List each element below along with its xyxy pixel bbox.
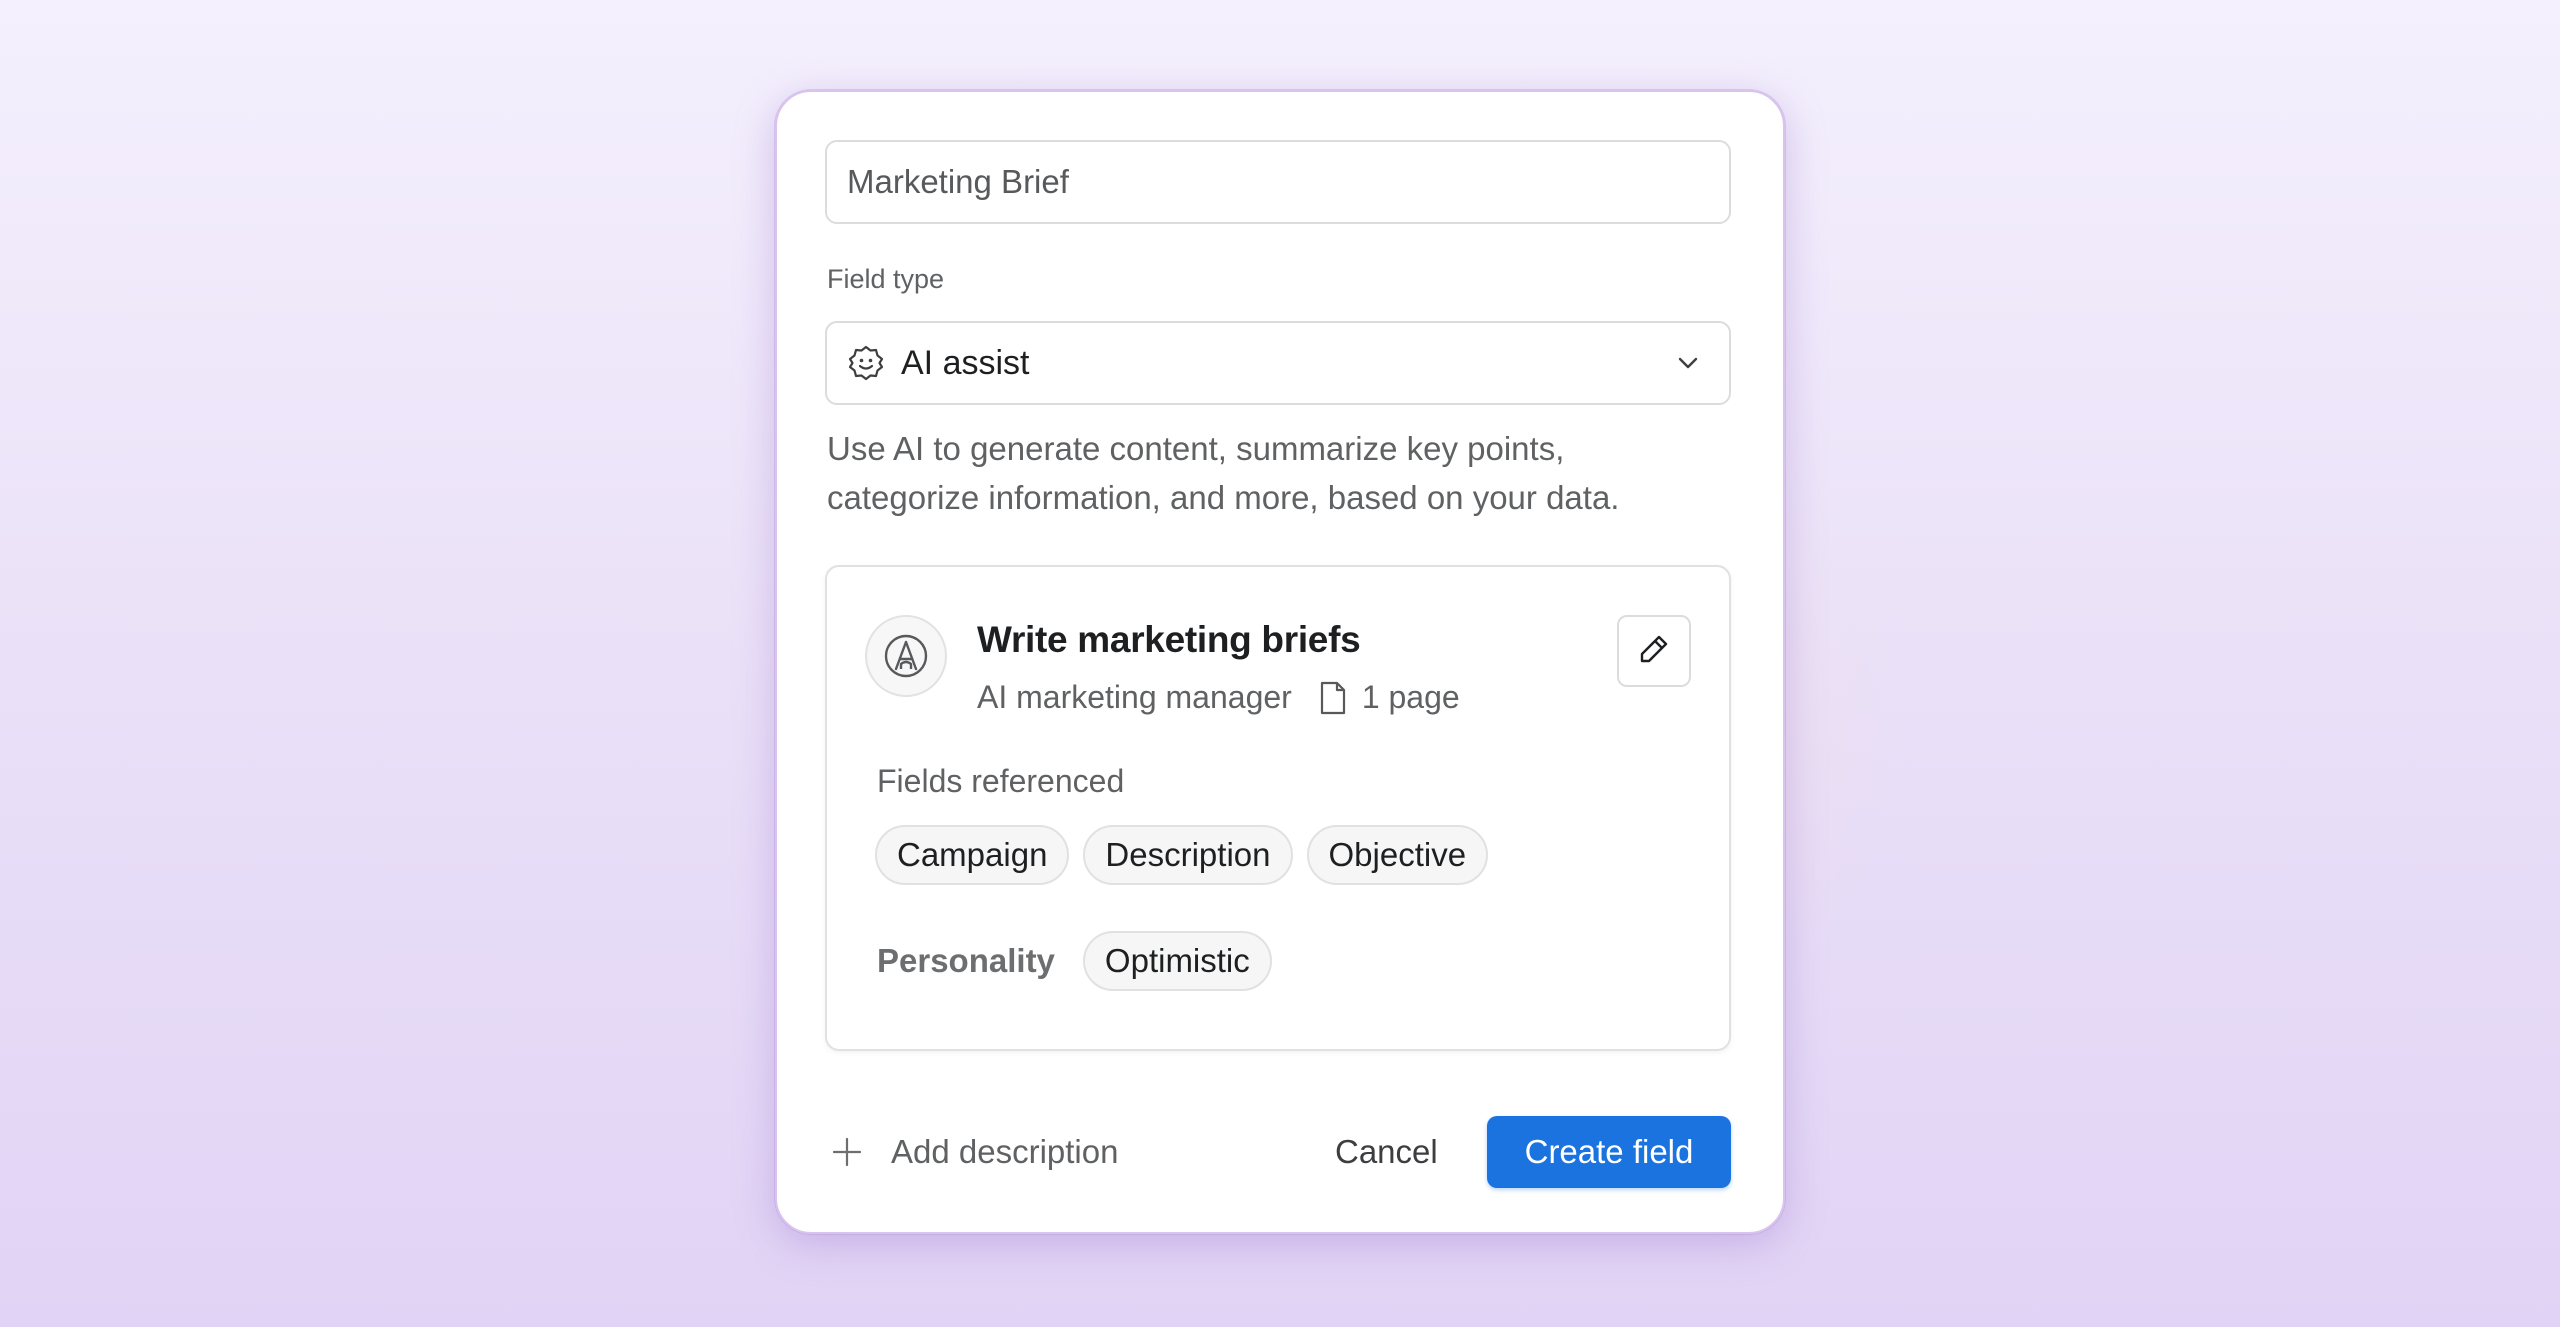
personality-label: Personality <box>877 942 1055 979</box>
create-field-button[interactable]: Create field <box>1487 1116 1731 1188</box>
create-field-dialog: Field type AI assist Use AI to generate … <box>775 90 1785 1234</box>
add-description-label: Add description <box>891 1133 1119 1170</box>
edit-agent-button[interactable] <box>1617 615 1691 687</box>
pencil-icon <box>1638 633 1670 670</box>
agent-card: Write marketing briefs AI marketing mana… <box>825 565 1731 1051</box>
fields-referenced-chips: Campaign Description Objective <box>875 825 1489 885</box>
document-icon <box>1318 681 1348 715</box>
helper-line-1: Use AI to generate content, summarize ke… <box>827 430 1565 467</box>
chevron-down-icon <box>1675 350 1701 376</box>
agent-doc-count: 1 page <box>1361 679 1460 715</box>
personality-chip: Optimistic <box>1082 931 1272 991</box>
agent-meta: AI marketing manager 1 page <box>977 679 1460 716</box>
agent-role: AI marketing manager <box>977 679 1292 715</box>
agent-badge-icon <box>865 615 947 697</box>
dialog-footer: Add description Cancel Create field <box>825 1116 1731 1188</box>
personality-row: Personality Optimistic <box>877 931 1272 991</box>
ai-assist-icon <box>847 344 885 382</box>
field-type-label: Field type <box>827 264 945 294</box>
agent-title: Write marketing briefs <box>977 619 1361 660</box>
field-name-input[interactable] <box>825 140 1731 224</box>
field-type-description: Use AI to generate content, summarize ke… <box>827 424 1747 522</box>
add-description-button[interactable]: Add description <box>831 1116 1118 1188</box>
plus-icon <box>831 1136 863 1168</box>
field-chip-description: Description <box>1083 825 1293 885</box>
field-chip-campaign: Campaign <box>875 825 1070 885</box>
cancel-button[interactable]: Cancel <box>1319 1116 1454 1188</box>
field-type-value: AI assist <box>901 343 1030 382</box>
fields-referenced-label: Fields referenced <box>877 763 1125 799</box>
field-chip-objective: Objective <box>1306 825 1489 885</box>
helper-line-2: categorize information, and more, based … <box>827 479 1620 516</box>
field-type-select[interactable]: AI assist <box>825 321 1731 405</box>
